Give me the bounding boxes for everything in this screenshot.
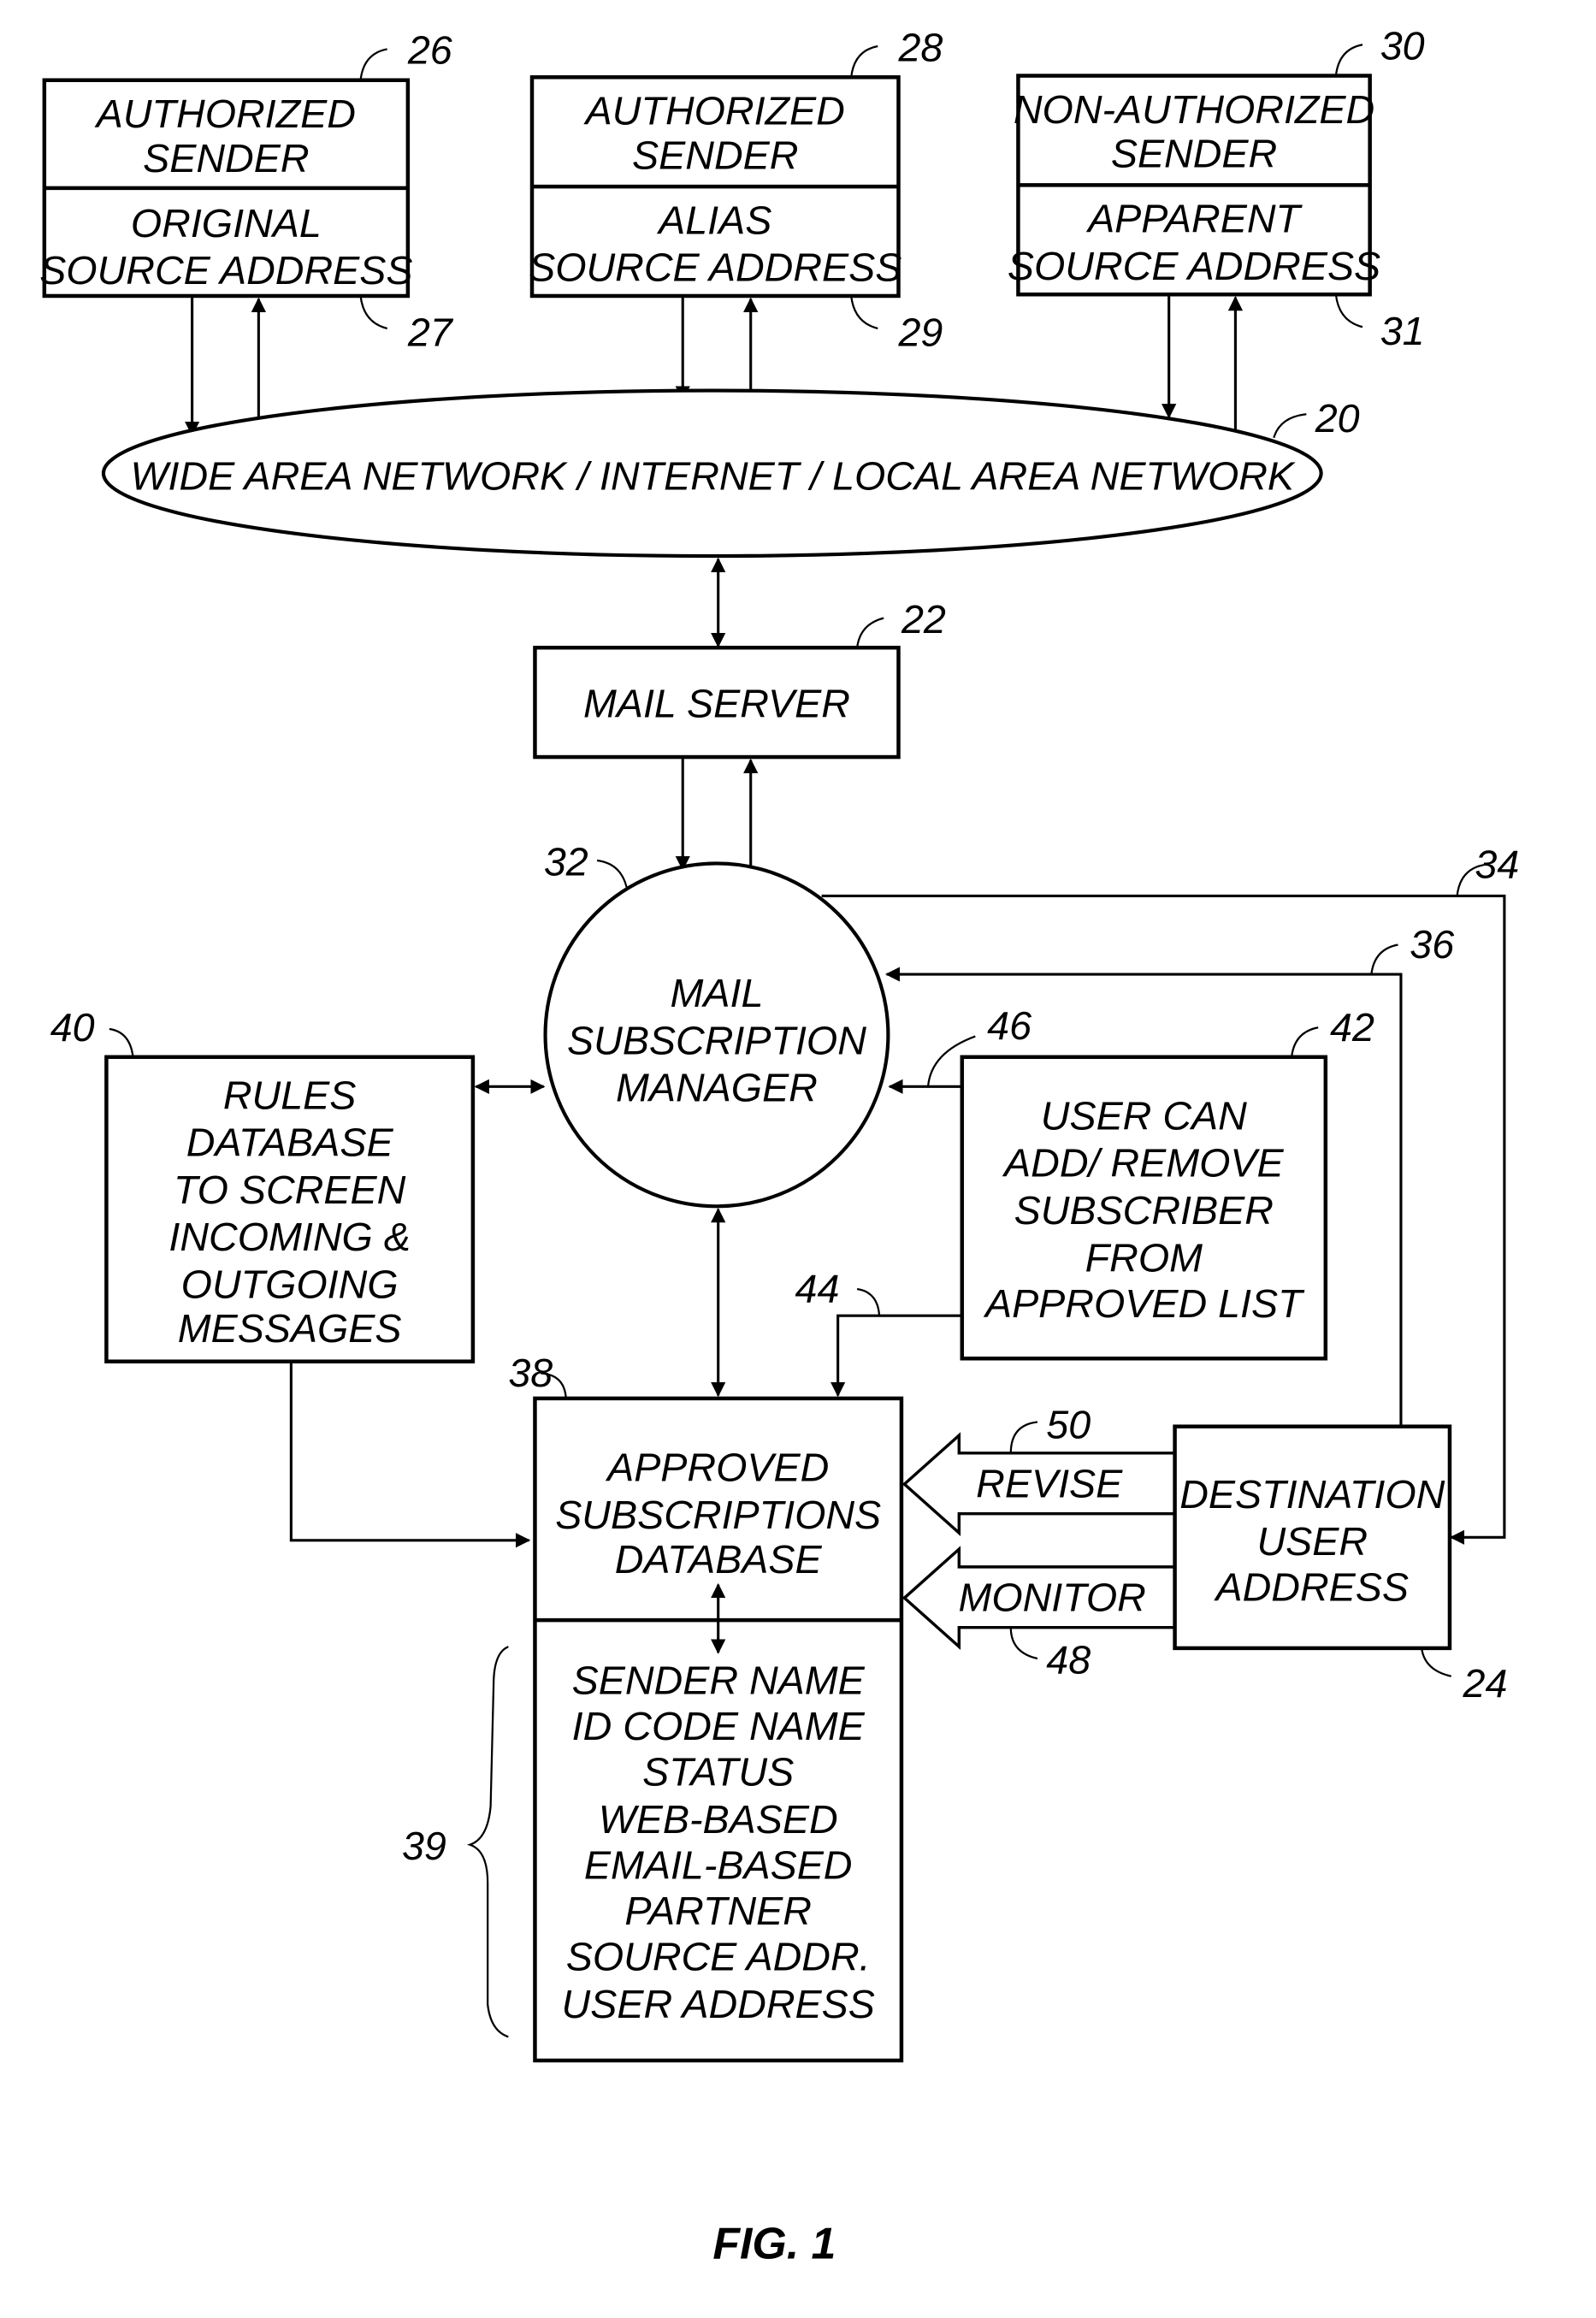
ref-38: 38	[508, 1351, 553, 1395]
ref-31: 31	[1380, 309, 1425, 353]
field-email-based: EMAIL-BASED	[584, 1842, 853, 1887]
ref-32: 32	[544, 839, 588, 884]
destination-line-1: DESTINATION	[1179, 1472, 1445, 1517]
ref-30: 30	[1380, 24, 1425, 68]
ref-34: 34	[1475, 843, 1519, 887]
ref-40: 40	[50, 1005, 95, 1050]
approved-db-line-2: SUBSCRIPTIONS	[555, 1493, 881, 1537]
rules-line-5: OUTGOING	[181, 1262, 399, 1306]
rules-approved-db-link	[289, 1363, 531, 1548]
sender-26-body-1: ORIGINAL	[131, 201, 322, 245]
brace-39	[466, 1646, 509, 2038]
rules-database-box: RULES DATABASE TO SCREEN INCOMING & OUTG…	[50, 1005, 476, 1363]
ref-22: 22	[901, 597, 946, 642]
connection-44: 44	[795, 1267, 962, 1398]
field-partner: PARTNER	[624, 1889, 812, 1933]
rules-line-6: MESSAGES	[178, 1306, 402, 1351]
rules-line-4: INCOMING &	[168, 1215, 410, 1259]
revise-label: REVISE	[976, 1462, 1123, 1506]
sender-30-title-2: SENDER	[1111, 132, 1277, 176]
ref-50: 50	[1046, 1403, 1091, 1447]
field-source-addr: SOURCE ADDR.	[566, 1935, 871, 1979]
field-user-address: USER ADDRESS	[562, 1982, 875, 2026]
ref-20: 20	[1315, 396, 1360, 441]
sender-30-body-1: APPARENT	[1085, 197, 1303, 241]
non-authorized-sender-box: NON-AUTHORIZED SENDER APPARENT SOURCE AD…	[1008, 24, 1425, 353]
approved-db-line-3: DATABASE	[615, 1537, 823, 1582]
monitor-label: MONITOR	[958, 1576, 1145, 1620]
manager-line-1: MAIL	[671, 971, 764, 1015]
ref-26: 26	[407, 28, 452, 73]
manager-line-2: SUBSCRIPTION	[567, 1018, 866, 1062]
ref-29: 29	[897, 310, 943, 355]
rules-line-1: RULES	[223, 1073, 357, 1117]
sender-28-body-1: ALIAS	[656, 198, 771, 242]
network-label: WIDE AREA NETWORK / INTERNET / LOCAL ARE…	[131, 453, 1296, 498]
mail-server-manager-arrows	[675, 758, 759, 872]
ref-24: 24	[1463, 1661, 1508, 1706]
sender-28-title-2: SENDER	[632, 133, 798, 177]
revise-arrow: REVISE 50	[901, 1403, 1173, 1536]
authorized-sender-original-box: AUTHORIZED SENDER ORIGINAL SOURCE ADDRES…	[39, 28, 454, 355]
manager-line-3: MANAGER	[616, 1066, 818, 1110]
userlist-line-5: APPROVED LIST	[983, 1281, 1305, 1326]
rules-line-3: TO SCREEN	[174, 1168, 406, 1212]
network-ellipse: WIDE AREA NETWORK / INTERNET / LOCAL ARE…	[101, 388, 1360, 559]
ref-42: 42	[1330, 1005, 1374, 1050]
patent-diagram: AUTHORIZED SENDER ORIGINAL SOURCE ADDRES…	[39, 24, 1519, 2268]
ref-36: 36	[1410, 922, 1454, 967]
field-status: STATUS	[642, 1750, 794, 1795]
figure-caption: FIG. 1	[712, 2218, 836, 2268]
sender-30-title-1: NON-AUTHORIZED	[1014, 87, 1374, 132]
mail-server-box: MAIL SERVER 22	[533, 597, 946, 760]
ref-28: 28	[897, 25, 943, 69]
field-id-code-name: ID CODE NAME	[572, 1704, 866, 1748]
sender-26-title-2: SENDER	[143, 136, 309, 180]
sender-30-body-2: SOURCE ADDRESS	[1008, 244, 1380, 288]
sender-28-title-1: AUTHORIZED	[583, 89, 845, 133]
field-sender-name: SENDER NAME	[572, 1658, 866, 1702]
user-approved-list-box: USER CAN ADD/ REMOVE SUBSCRIBER FROM APP…	[960, 1005, 1374, 1361]
userlist-line-3: SUBSCRIBER	[1014, 1188, 1274, 1233]
userlist-line-4: FROM	[1085, 1235, 1203, 1280]
ref-46: 46	[987, 1003, 1031, 1048]
authorized-sender-alias-box: AUTHORIZED SENDER ALIAS SOURCE ADDRESS 2…	[529, 25, 943, 354]
sender-28-body-2: SOURCE ADDRESS	[529, 245, 901, 290]
ref-27: 27	[407, 310, 454, 355]
destination-line-3: ADDRESS	[1214, 1565, 1409, 1610]
ref-48: 48	[1046, 1637, 1091, 1682]
mail-subscription-manager-circle: MAIL SUBSCRIPTION MANAGER 32	[543, 839, 890, 1209]
destination-user-address-box: DESTINATION USER ADDRESS 24	[1173, 1424, 1508, 1706]
rules-line-2: DATABASE	[186, 1121, 394, 1165]
ref-39: 39	[402, 1824, 446, 1868]
approved-db-line-1: APPROVED	[605, 1446, 829, 1490]
sender-26-title-1: AUTHORIZED	[94, 92, 356, 136]
monitor-arrow: MONITOR 48	[901, 1546, 1173, 1682]
destination-line-2: USER	[1256, 1519, 1368, 1564]
mail-server-label: MAIL SERVER	[583, 681, 850, 725]
userlist-line-1: USER CAN	[1041, 1093, 1247, 1138]
ref-44: 44	[795, 1267, 840, 1311]
field-web-based: WEB-BASED	[599, 1797, 838, 1842]
userlist-line-2: ADD/ REMOVE	[1002, 1141, 1284, 1186]
sender-26-body-2: SOURCE ADDRESS	[39, 248, 412, 293]
